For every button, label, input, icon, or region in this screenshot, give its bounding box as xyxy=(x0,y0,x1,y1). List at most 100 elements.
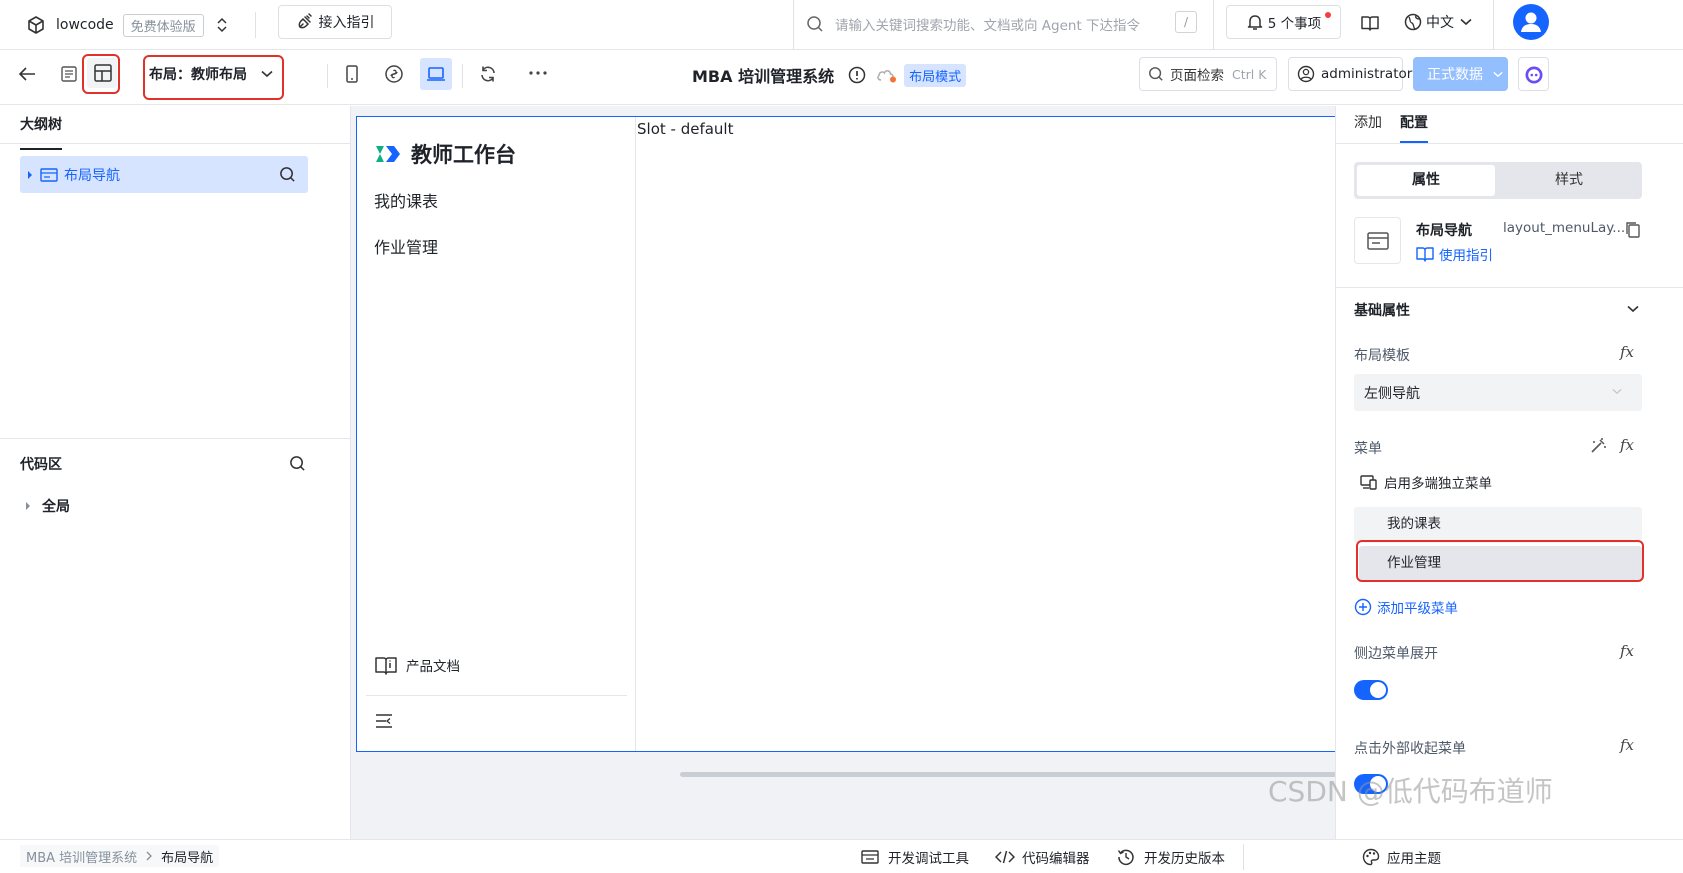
app-name: lowcode xyxy=(56,17,114,33)
theme-button[interactable]: 应用主题 xyxy=(1362,847,1441,867)
outline-node-label: 布局导航 xyxy=(64,167,120,184)
console-icon xyxy=(861,849,879,865)
menu-collapse-icon[interactable] xyxy=(374,713,394,729)
copy-icon[interactable] xyxy=(1625,221,1641,239)
breadcrumb-item[interactable]: 布局导航 xyxy=(161,847,213,866)
mobile-device-icon[interactable] xyxy=(343,64,361,84)
desktop-view-button[interactable] xyxy=(420,58,452,90)
info-icon[interactable] xyxy=(848,66,866,84)
guide-button-label: 接入指引 xyxy=(318,15,375,31)
annotation-box-layout-view xyxy=(82,54,120,94)
code-icon xyxy=(995,849,1015,865)
docs-book-icon[interactable] xyxy=(1360,13,1380,33)
todo-button[interactable]: 5 个事项 xyxy=(1226,5,1341,39)
app-switcher[interactable]: lowcode 免费体验版 xyxy=(26,12,228,38)
plug-icon xyxy=(296,13,314,31)
layout-mode-badge: 布局模式 xyxy=(904,63,967,87)
app-title: MBA 培训管理系统 xyxy=(692,67,835,86)
guide-button[interactable]: 接入指引 xyxy=(278,5,392,39)
left-panel: 大纲树 布局导航 代码区 全局 xyxy=(0,106,351,839)
outline-node-layout-nav[interactable]: 布局导航 xyxy=(20,156,308,193)
user-button[interactable]: administrator xyxy=(1288,57,1412,91)
side-expand-switch[interactable] xyxy=(1354,680,1388,700)
search-icon[interactable] xyxy=(289,455,306,472)
history-icon xyxy=(1117,848,1135,866)
preview-menu-item[interactable]: 作业管理 xyxy=(374,234,438,258)
plus-circle-icon xyxy=(1354,598,1372,616)
tab-config[interactable]: 配置 xyxy=(1400,112,1428,143)
code-global-item[interactable]: 全局 xyxy=(24,496,70,516)
refresh-icon[interactable] xyxy=(478,64,498,84)
basic-props-header[interactable]: 基础属性 xyxy=(1354,300,1410,320)
design-canvas: 教师工作台 我的课表 作业管理 产品文档 Slot - default xyxy=(351,106,1378,839)
fx-icon[interactable]: fx xyxy=(1620,642,1634,660)
globe-icon xyxy=(1404,13,1422,31)
fx-icon[interactable]: fx xyxy=(1620,736,1634,754)
tab-add[interactable]: 添加 xyxy=(1354,112,1382,132)
book-open-icon xyxy=(1416,246,1434,262)
palette-icon xyxy=(1362,848,1380,866)
breadcrumb-item[interactable]: MBA 培训管理系统 xyxy=(26,847,137,866)
user-circle-icon xyxy=(1297,65,1315,83)
todo-label: 5 个事项 xyxy=(1267,16,1322,32)
more-dots-icon[interactable] xyxy=(528,70,548,76)
segment-style[interactable]: 样式 xyxy=(1500,165,1638,196)
annotation-box-layout-selector xyxy=(143,55,284,100)
slot-placeholder: Slot - default xyxy=(637,120,734,138)
switch-chevron-icon[interactable] xyxy=(216,17,228,33)
dev-tools-button[interactable]: 开发调试工具 xyxy=(861,847,969,867)
mini-program-icon[interactable] xyxy=(384,64,404,84)
ai-bot-icon xyxy=(1524,65,1544,85)
dev-tools-label: 开发调试工具 xyxy=(888,851,969,867)
usage-guide-link[interactable]: 使用指引 xyxy=(1416,244,1493,264)
devices-icon xyxy=(1360,474,1378,490)
page-search-shortcut: Ctrl K xyxy=(1232,66,1267,82)
caret-right-icon[interactable] xyxy=(26,170,34,180)
top-bar: lowcode 免费体验版 接入指引 请输入关键词搜索功能、文档或向 Agent… xyxy=(0,0,1683,50)
multi-terminal-toggle[interactable]: 启用多端独立菜单 xyxy=(1360,472,1492,492)
user-avatar[interactable] xyxy=(1513,4,1549,40)
code-editor-button[interactable]: 代码编辑器 xyxy=(995,847,1090,867)
layout-template-select[interactable]: 左侧导航 xyxy=(1354,374,1642,411)
preview-docs-link[interactable]: 产品文档 xyxy=(374,653,460,677)
layout-preview[interactable]: 教师工作台 我的课表 作业管理 产品文档 Slot - default xyxy=(356,116,1335,752)
segment-props[interactable]: 属性 xyxy=(1357,165,1495,196)
magic-wand-icon[interactable] xyxy=(1589,437,1607,455)
page-search-label: 页面检索 xyxy=(1170,68,1224,84)
preview-menu-item[interactable]: 我的课表 xyxy=(374,188,438,212)
chevron-down-icon xyxy=(1493,71,1503,78)
usage-guide-label: 使用指引 xyxy=(1439,248,1493,264)
component-name: 布局导航 xyxy=(1416,223,1472,239)
fx-icon[interactable]: fx xyxy=(1620,343,1634,361)
fx-icon[interactable]: fx xyxy=(1620,436,1634,454)
page-view-icon[interactable] xyxy=(59,64,79,84)
app-title-group: MBA 培训管理系统 布局模式 xyxy=(692,63,967,87)
page-search-button[interactable]: 页面检索 Ctrl K xyxy=(1139,57,1277,91)
global-search[interactable]: 请输入关键词搜索功能、文档或向 Agent 下达指令 / xyxy=(806,9,1201,39)
history-button[interactable]: 开发历史版本 xyxy=(1117,847,1225,867)
chevron-down-icon[interactable] xyxy=(1627,305,1639,313)
history-label: 开发历史版本 xyxy=(1144,851,1225,867)
publish-button[interactable]: 正式数据 xyxy=(1413,57,1508,91)
editor-toolbar: 布局：教师布局 MBA 培训管理系统 布局模式 页面检索 Ctrl K admi… xyxy=(0,50,1683,105)
outline-tab[interactable]: 大纲树 xyxy=(20,112,62,150)
layout-template-label: 布局模板 xyxy=(1354,348,1410,364)
user-name: administrator xyxy=(1321,66,1413,82)
search-icon xyxy=(806,15,824,33)
search-icon[interactable] xyxy=(279,166,296,183)
search-input[interactable]: 请输入关键词搜索功能、文档或向 Agent 下达指令 xyxy=(835,14,1140,34)
menu-label: 菜单 xyxy=(1354,441,1382,457)
search-shortcut: / xyxy=(1175,11,1197,33)
config-menu-item[interactable]: 我的课表 xyxy=(1354,507,1642,543)
add-menu-link[interactable]: 添加平级菜单 xyxy=(1354,597,1458,617)
language-switcher[interactable]: 中文 xyxy=(1404,12,1472,32)
component-id: layout_menuLay... xyxy=(1503,220,1626,236)
add-menu-label: 添加平级菜单 xyxy=(1377,601,1458,617)
ai-assistant-button[interactable] xyxy=(1518,57,1549,91)
layout-template-value: 左侧导航 xyxy=(1364,385,1420,402)
breadcrumb: MBA 培训管理系统 布局导航 xyxy=(20,845,220,867)
switch-knob xyxy=(1370,682,1386,698)
code-global-label: 全局 xyxy=(42,499,70,515)
back-arrow-icon[interactable] xyxy=(18,66,36,82)
desktop-icon xyxy=(426,65,446,83)
